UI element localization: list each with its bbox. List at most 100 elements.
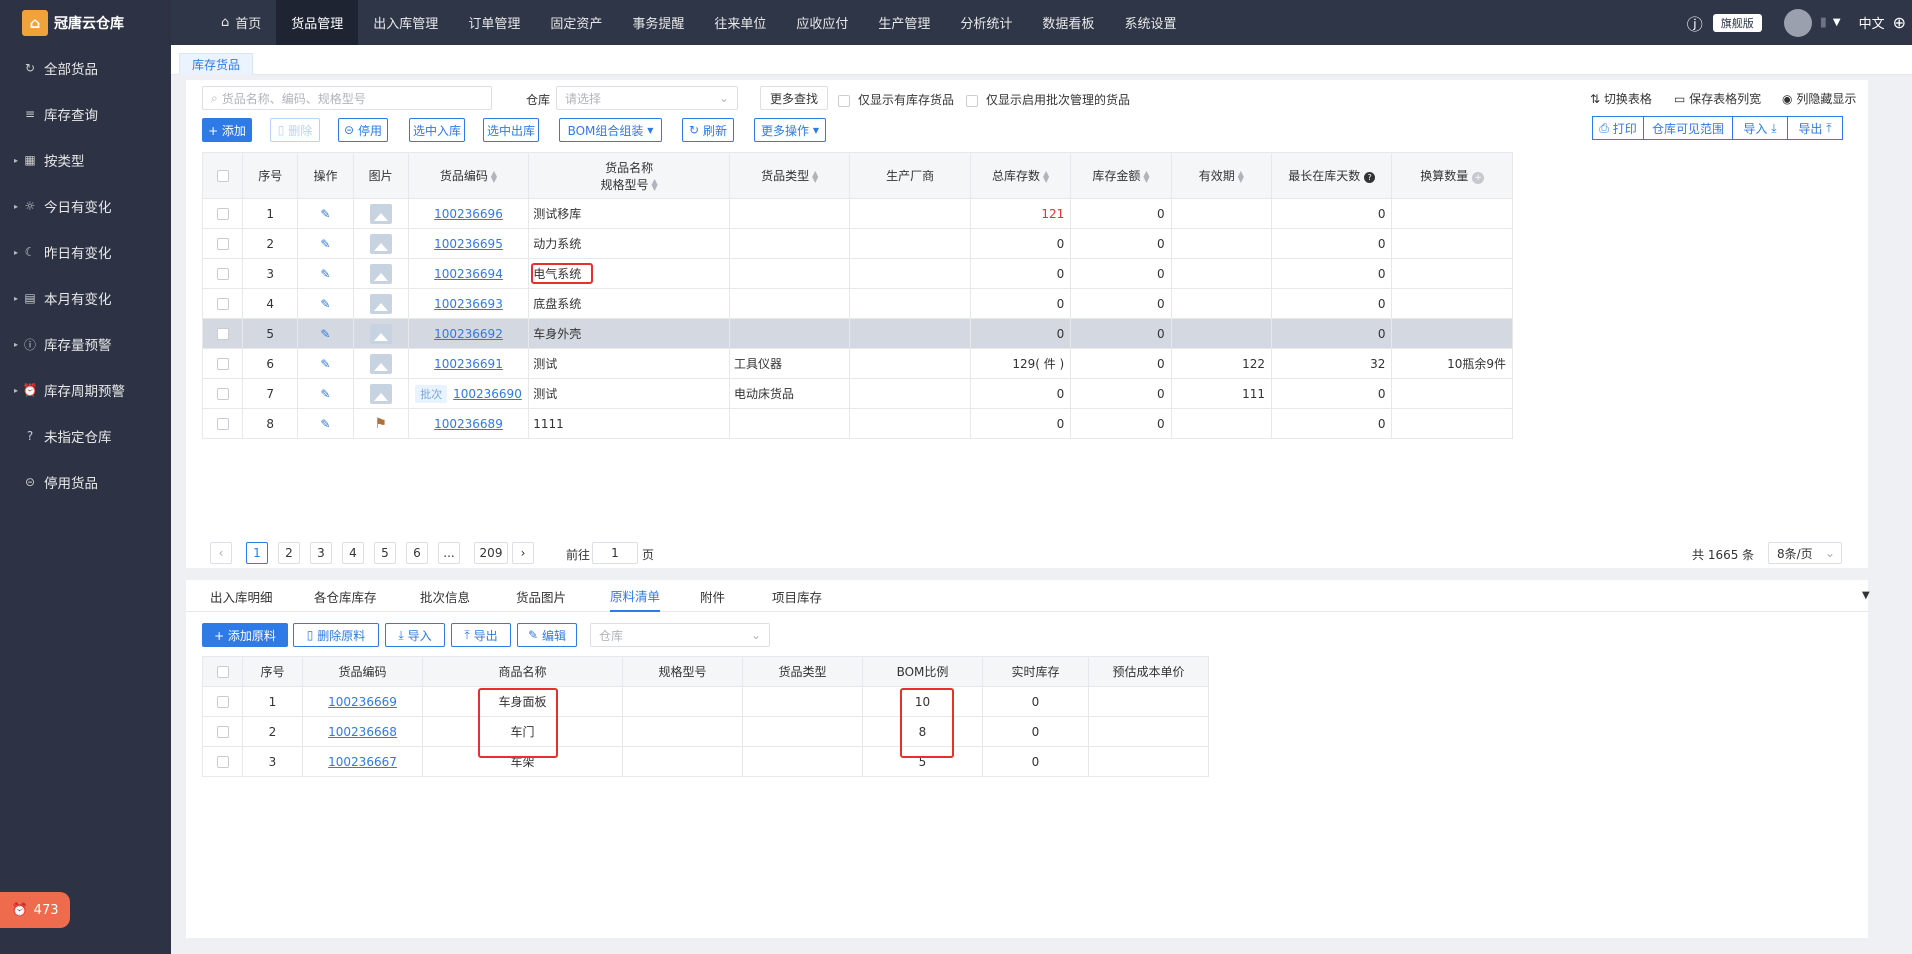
more-operations-button[interactable]: 更多操作 ▼ xyxy=(754,118,826,142)
sidebar-item-4[interactable]: ▸ ☾ 昨日有变化 xyxy=(0,229,171,275)
row-checkbox[interactable] xyxy=(216,358,229,370)
delete-button[interactable]: ▯ 删除 xyxy=(270,118,320,142)
nav-item-0[interactable]: ⌂ 首页 xyxy=(206,0,276,45)
help-icon[interactable]: ? xyxy=(1364,172,1376,183)
image-placeholder-icon[interactable] xyxy=(369,323,392,344)
export-button[interactable]: 导出 ⤒ xyxy=(1787,116,1843,140)
product-code-link[interactable]: 100236691 xyxy=(434,357,503,371)
edit-icon[interactable]: ✎ xyxy=(320,297,330,311)
bom-table-row[interactable]: 3 100236667 车架 5 0 xyxy=(202,746,1209,777)
nav-item-2[interactable]: 出入库管理 xyxy=(358,0,453,45)
edit-icon[interactable]: ✎ xyxy=(320,207,330,221)
page-button-1[interactable]: 2 xyxy=(278,542,300,564)
product-code-link[interactable]: 100236693 xyxy=(434,297,503,311)
material-code-link[interactable]: 100236667 xyxy=(328,755,397,769)
col-stock[interactable]: 总库存数 ▲ ▼ xyxy=(969,152,1072,199)
only-stock-option[interactable]: 仅显示有库存货品 xyxy=(838,91,954,108)
globe-icon[interactable]: ⊕ xyxy=(1893,13,1906,32)
prev-page-button[interactable]: ‹ xyxy=(210,542,232,564)
page-button-7[interactable]: 209 xyxy=(474,542,508,564)
page-button-4[interactable]: 5 xyxy=(374,542,396,564)
edit-icon[interactable]: ✎ xyxy=(320,267,330,281)
table-row[interactable]: 2 ✎ 100236695 动力系统 0 0 0 xyxy=(201,228,1513,259)
bom-table-row[interactable]: 2 100236668 车门 8 0 xyxy=(202,716,1209,747)
detail-tab-6[interactable]: 项目库存 xyxy=(772,580,822,612)
detail-tab-5[interactable]: 附件 xyxy=(700,580,725,612)
bom-table-row[interactable]: 1 100236669 车身面板 10 0 xyxy=(202,686,1209,717)
delete-material-button[interactable]: ▯ 删除原料 xyxy=(293,623,379,647)
edit-icon[interactable]: ✎ xyxy=(320,387,330,401)
app-logo[interactable]: ⌂ 冠唐云仓库 xyxy=(0,0,171,45)
sort-icon[interactable]: ▲ ▼ xyxy=(1143,169,1149,183)
add-material-button[interactable]: + 添加原料 xyxy=(202,623,288,647)
sidebar-item-6[interactable]: ▸ ⓘ 库存量预警 xyxy=(0,321,171,367)
sidebar-item-0[interactable]: ↻ 全部货品 xyxy=(0,45,171,91)
nav-item-5[interactable]: 事务提醒 xyxy=(617,0,699,45)
image-placeholder-icon[interactable] xyxy=(369,353,392,374)
sidebar-item-2[interactable]: ▸ ▦ 按类型 xyxy=(0,137,171,183)
sidebar-item-1[interactable]: ≡ 库存查询 xyxy=(0,91,171,137)
next-page-button[interactable]: › xyxy=(512,542,534,564)
nav-item-7[interactable]: 应收应付 xyxy=(781,0,863,45)
import-button[interactable]: 导入 ⤓ xyxy=(1732,116,1788,140)
page-button-0[interactable]: 1 xyxy=(246,542,268,564)
row-checkbox[interactable] xyxy=(216,298,229,310)
sort-icon[interactable]: ▲ ▼ xyxy=(1238,169,1244,183)
bom-row-checkbox[interactable] xyxy=(216,756,229,768)
plus-circle-icon[interactable]: + xyxy=(1472,172,1485,184)
image-placeholder-icon[interactable] xyxy=(369,203,392,224)
help-icon[interactable]: ⓙ xyxy=(1687,11,1703,35)
col-expiry[interactable]: 有效期 ▲ ▼ xyxy=(1170,152,1273,199)
table-row[interactable]: 5 ✎ 100236692 车身外壳 0 0 0 xyxy=(201,318,1513,349)
tab-inventory-goods[interactable]: 库存货品 xyxy=(179,53,254,75)
select-in-button[interactable]: 选中入库 xyxy=(409,118,465,142)
table-row[interactable]: 6 ✎ 100236691 测试 工具仪器 129( 件 ) 0 122 32 10瓶余9件 xyxy=(201,348,1513,379)
nav-item-1[interactable]: 货品管理 xyxy=(276,0,359,45)
nav-item-9[interactable]: 分析统计 xyxy=(945,0,1027,45)
row-checkbox[interactable] xyxy=(216,328,229,340)
detail-tab-1[interactable]: 各仓库库存 xyxy=(314,580,377,612)
edit-icon[interactable]: ✎ xyxy=(320,327,330,341)
material-code-link[interactable]: 100236668 xyxy=(328,725,397,739)
row-checkbox[interactable] xyxy=(216,418,229,430)
product-code-link[interactable]: 100236694 xyxy=(434,267,503,281)
page-button-5[interactable]: 6 xyxy=(406,542,428,564)
sort-icon[interactable]: ▲ ▼ xyxy=(491,169,497,183)
row-checkbox[interactable] xyxy=(216,238,229,250)
import-material-button[interactable]: ⤓ 导入 xyxy=(385,623,445,647)
goto-page-input[interactable]: 1 xyxy=(592,542,638,564)
select-out-button[interactable]: 选中出库 xyxy=(483,118,539,142)
table-row[interactable]: 3 ✎ 100236694 电气系统 0 0 0 xyxy=(201,258,1513,289)
nav-item-8[interactable]: 生产管理 xyxy=(863,0,945,45)
detail-tab-0[interactable]: 出入库明细 xyxy=(210,580,273,612)
page-button-3[interactable]: 4 xyxy=(342,542,364,564)
page-button-6[interactable]: ... xyxy=(438,542,460,564)
nav-item-10[interactable]: 数据看板 xyxy=(1027,0,1109,45)
table-row[interactable]: 1 ✎ 100236696 测试移库 121 0 0 xyxy=(201,198,1513,229)
product-code-link[interactable]: 100236695 xyxy=(434,237,503,251)
bom-row-checkbox[interactable] xyxy=(216,726,229,738)
sort-icon[interactable]: ▲ ▼ xyxy=(652,178,658,192)
edit-material-button[interactable]: ✎ 编辑 xyxy=(517,623,577,647)
row-checkbox[interactable] xyxy=(216,268,229,280)
detail-tab-4[interactable]: 原料清单 xyxy=(610,580,661,612)
row-checkbox[interactable] xyxy=(216,388,229,400)
warehouse-select[interactable]: 请选择 ⌄ xyxy=(556,86,738,110)
save-width-link[interactable]: ▭ 保存表格列宽 xyxy=(1674,90,1761,107)
image-placeholder-icon[interactable] xyxy=(369,233,392,254)
only-stock-checkbox[interactable] xyxy=(838,94,850,107)
product-code-link[interactable]: 100236689 xyxy=(434,417,503,431)
sidebar-item-9[interactable]: ⊝ 停用货品 xyxy=(0,459,171,505)
disable-button[interactable]: ⊝ 停用 xyxy=(338,118,388,142)
hidden-columns-link[interactable]: ◉ 列隐藏显示 xyxy=(1782,90,1856,107)
page-size-select[interactable]: 8条/页 ⌄ xyxy=(1768,542,1842,564)
product-code-link[interactable]: 100236696 xyxy=(434,207,503,221)
avatar[interactable] xyxy=(1783,8,1812,37)
col-type[interactable]: 货品类型 ▲ ▼ xyxy=(728,152,851,199)
nav-item-3[interactable]: 订单管理 xyxy=(453,0,535,45)
sort-icon[interactable]: ▲ ▼ xyxy=(812,169,818,183)
add-button[interactable]: + 添加 xyxy=(202,118,252,142)
select-all-checkbox[interactable] xyxy=(216,170,229,182)
product-code-link[interactable]: 100236690 xyxy=(453,387,522,401)
print-button[interactable]: ⎙ 打印 xyxy=(1592,116,1644,140)
